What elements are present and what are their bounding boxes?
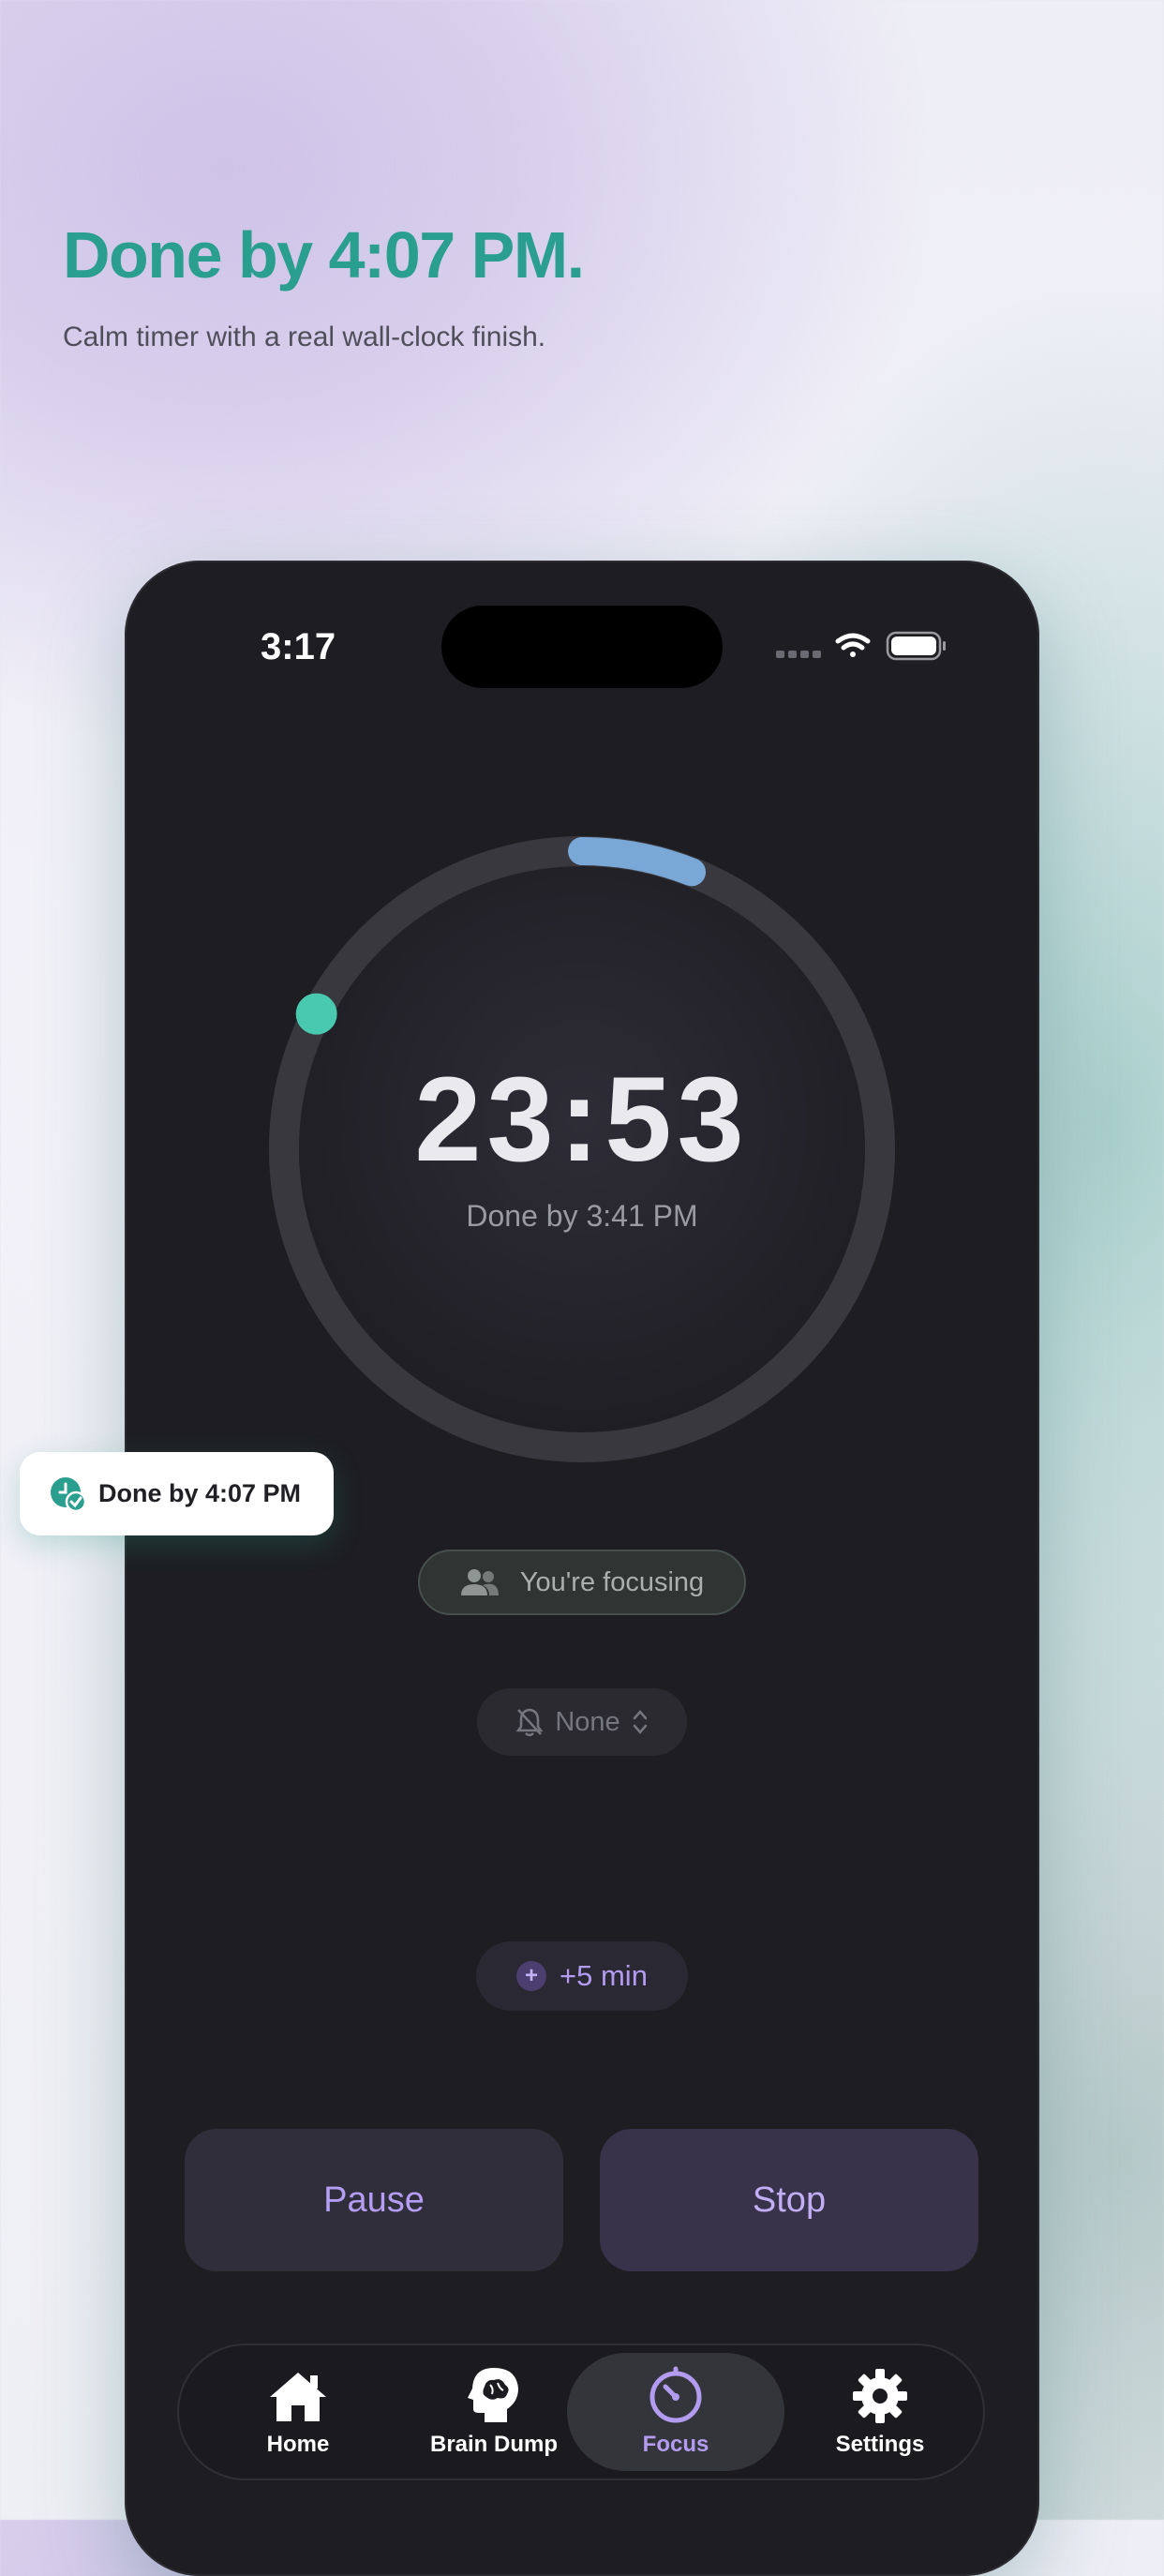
focus-status-pill[interactable]: You're focusing — [418, 1550, 746, 1615]
status-time: 3:17 — [261, 626, 336, 667]
plus-icon: + — [516, 1961, 547, 1991]
gear-icon — [853, 2369, 907, 2423]
people-icon — [460, 1569, 499, 1595]
signal-dots-icon — [776, 651, 821, 658]
promo-subhead: Calm timer with a real wall-clock finish… — [63, 322, 546, 352]
bell-slash-icon — [515, 1708, 544, 1737]
done-by-label: Done by 3:41 PM — [466, 1199, 698, 1233]
timer-ring: 23:53 Done by 3:41 PM — [268, 835, 896, 1463]
sound-picker-value: None — [555, 1706, 620, 1737]
dynamic-island — [441, 606, 723, 688]
add-five-minutes-button[interactable]: + +5 min — [476, 1941, 688, 2011]
tab-settings[interactable]: Settings — [807, 2353, 953, 2471]
tab-home-label: Home — [266, 2432, 330, 2457]
pause-button[interactable]: Pause — [185, 2129, 563, 2271]
battery-icon — [886, 631, 946, 661]
time-remaining: 23:53 — [414, 1053, 750, 1187]
phone-screen: 3:17 23:53 Done by 3:41 PM You're focusi… — [125, 561, 1039, 2576]
status-icons — [776, 631, 946, 661]
focus-status-label: You're focusing — [519, 1566, 705, 1597]
timer-icon — [649, 2366, 702, 2423]
tab-focus[interactable]: Focus — [567, 2353, 784, 2471]
tab-brain-dump[interactable]: Brain Dump — [400, 2353, 588, 2471]
sound-picker[interactable]: None — [477, 1688, 687, 1756]
tab-bar: Home Brain Dump Focus Settings — [177, 2344, 985, 2480]
tab-settings-label: Settings — [835, 2432, 925, 2457]
stop-button[interactable]: Stop — [600, 2129, 978, 2271]
tab-brain-dump-label: Brain Dump — [429, 2432, 558, 2457]
ring-position-marker[interactable] — [295, 993, 337, 1035]
done-by-toast: Done by 4:07 PM — [20, 1452, 334, 1535]
house-icon — [270, 2373, 326, 2421]
clock-check-icon — [51, 1476, 85, 1512]
add-five-minutes-label: +5 min — [560, 1959, 648, 1992]
brain-head-icon — [468, 2368, 518, 2422]
chevron-up-down-icon — [633, 1710, 647, 1734]
tab-focus-label: Focus — [642, 2432, 709, 2457]
tab-home[interactable]: Home — [216, 2353, 380, 2471]
wifi-icon — [835, 633, 871, 657]
toast-label: Done by 4:07 PM — [98, 1479, 302, 1507]
promo-headline: Done by 4:07 PM. — [63, 218, 585, 292]
